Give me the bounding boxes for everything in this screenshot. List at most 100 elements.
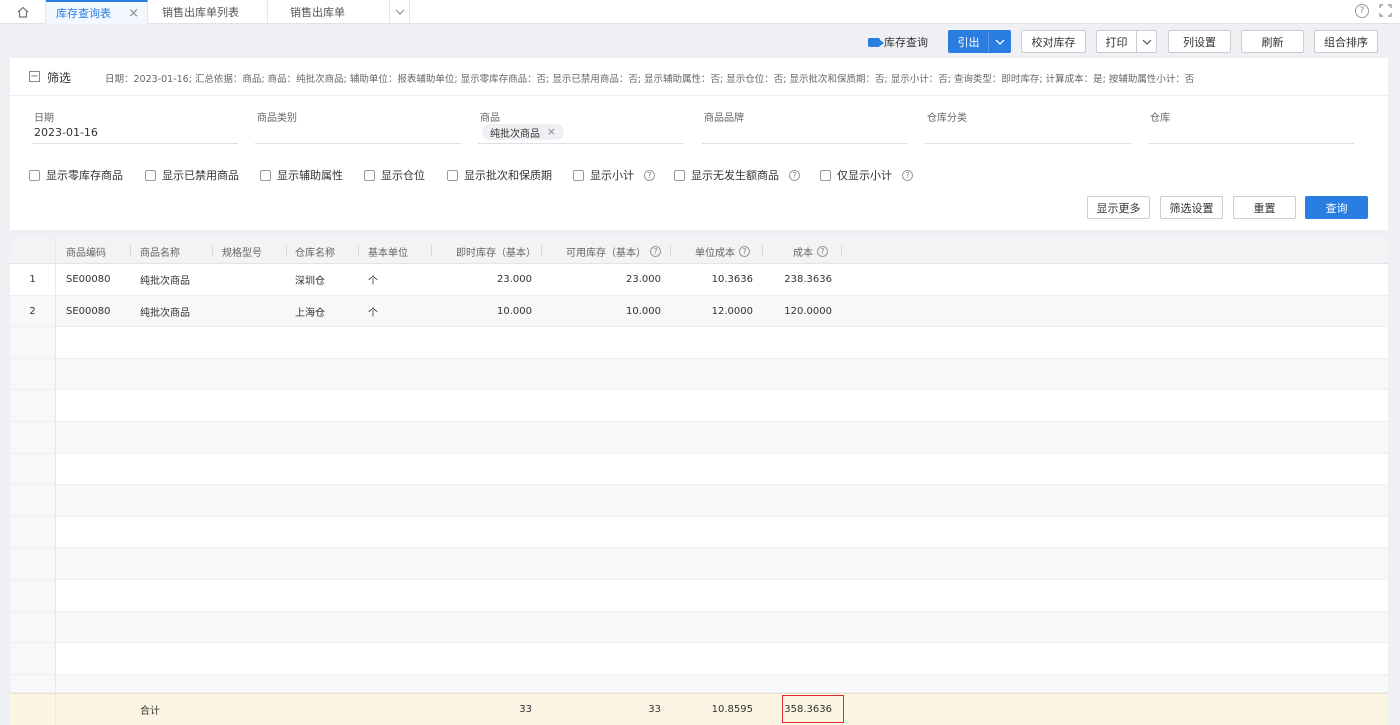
- close-icon[interactable]: ×: [547, 125, 556, 138]
- empty-row: [10, 358, 1388, 391]
- cell-unit-cost: 10.3636: [711, 274, 753, 285]
- filter-panel: − 筛选 日期：2023-01-16; 汇总依据：商品; 商品：纯批次商品; 辅…: [10, 58, 1388, 230]
- brand-field[interactable]: 商品品牌: [702, 108, 908, 144]
- col-spec[interactable]: 规格型号: [222, 238, 262, 264]
- chevron-down-icon[interactable]: [1136, 31, 1156, 52]
- check-subtotal[interactable]: 显示小计?: [573, 167, 655, 183]
- empty-row: [10, 643, 1388, 675]
- checkbox[interactable]: [364, 169, 375, 181]
- help-icon[interactable]: ?: [1355, 4, 1369, 18]
- combo-sort-button[interactable]: 组合排序: [1314, 30, 1378, 53]
- tab-sales-outbound-list[interactable]: 销售出库单列表: [152, 0, 268, 24]
- stock-query-link[interactable]: 库存查询: [868, 34, 928, 50]
- filter-settings-button[interactable]: 筛选设置: [1160, 196, 1223, 219]
- help-icon[interactable]: ?: [739, 245, 750, 257]
- close-icon[interactable]: ×: [128, 6, 139, 21]
- cell-unit: 个: [368, 307, 378, 319]
- cell-warehouse: 上海仓: [295, 307, 325, 319]
- check-label: 显示小计: [590, 169, 634, 182]
- stock-query-label: 库存查询: [884, 36, 928, 49]
- empty-row: [10, 327, 1388, 359]
- checkbox[interactable]: [573, 169, 584, 181]
- warehouse-field[interactable]: 仓库: [1148, 108, 1354, 144]
- inventory-grid: 商品编码 商品名称 规格型号 仓库名称 基本单位 即时库存（基本） 可用库存（基…: [10, 238, 1388, 725]
- cell-code: SE00080: [66, 305, 111, 317]
- checkbox[interactable]: [447, 169, 458, 181]
- help-icon[interactable]: ?: [650, 245, 661, 257]
- total-label: 合计: [140, 706, 160, 717]
- col-instant-stock[interactable]: 即时库存（基本）: [456, 238, 536, 264]
- grid-header: 商品编码 商品名称 规格型号 仓库名称 基本单位 即时库存（基本） 可用库存（基…: [10, 238, 1388, 264]
- tab-sales-outbound[interactable]: 销售出库单: [280, 0, 390, 24]
- help-icon[interactable]: ?: [789, 169, 800, 181]
- check-label: 显示仓位: [381, 169, 425, 182]
- reset-button[interactable]: 重置: [1233, 196, 1296, 219]
- col-code[interactable]: 商品编码: [66, 238, 106, 264]
- date-field[interactable]: 日期 2023-01-16: [32, 108, 238, 144]
- empty-row: [10, 516, 1388, 549]
- home-icon[interactable]: [0, 0, 46, 24]
- reconcile-button[interactable]: 校对库存: [1021, 30, 1086, 53]
- check-label: 显示批次和保质期: [464, 169, 552, 182]
- check-no-activity[interactable]: 显示无发生额商品?: [674, 167, 800, 183]
- fullscreen-icon[interactable]: [1379, 4, 1392, 21]
- filter-title: 筛选: [47, 71, 72, 85]
- total-available: 33: [648, 704, 661, 715]
- empty-row: [10, 453, 1388, 486]
- help-icon[interactable]: ?: [644, 169, 655, 181]
- table-row[interactable]: 1 SE00080 纯批次商品 深圳仓 个 23.000 23.000 10.3…: [10, 264, 1388, 296]
- total-row: 合计 33 33 10.8595 358.3636: [10, 693, 1388, 725]
- col-label: 单位成本: [695, 247, 735, 259]
- column-settings-button[interactable]: 列设置: [1168, 30, 1231, 53]
- product-field[interactable]: 商品 纯批次商品 ×: [478, 108, 684, 144]
- cell-instant: 10.000: [497, 305, 532, 317]
- chevron-down-icon[interactable]: [390, 0, 410, 24]
- col-available-stock[interactable]: 可用库存（基本）?: [566, 238, 661, 264]
- total-instant: 33: [519, 704, 532, 715]
- export-label: 引出: [957, 35, 980, 49]
- warehouse-category-field[interactable]: 仓库分类: [925, 108, 1131, 144]
- field-label: 商品类别: [257, 113, 297, 124]
- check-aux-attr[interactable]: 显示辅助属性: [260, 167, 343, 183]
- check-label: 显示辅助属性: [277, 169, 343, 182]
- show-more-button[interactable]: 显示更多: [1087, 196, 1150, 219]
- checkbox[interactable]: [820, 169, 831, 181]
- check-only-subtotal[interactable]: 仅显示小计?: [820, 167, 913, 183]
- category-field[interactable]: 商品类别: [255, 108, 461, 144]
- tab-inventory-query[interactable]: 库存查询表 ×: [46, 0, 148, 24]
- product-chip: 纯批次商品 ×: [482, 124, 564, 140]
- export-button[interactable]: 引出: [948, 30, 1011, 53]
- col-cost[interactable]: 成本?: [793, 238, 828, 264]
- col-name[interactable]: 商品名称: [140, 238, 180, 264]
- checkbox[interactable]: [260, 169, 271, 181]
- print-button[interactable]: 打印: [1096, 30, 1157, 53]
- query-button[interactable]: 查询: [1305, 196, 1368, 219]
- check-zero-stock[interactable]: 显示零库存商品: [29, 167, 123, 183]
- checkbox[interactable]: [145, 169, 156, 181]
- check-batch-shelf[interactable]: 显示批次和保质期: [447, 167, 552, 183]
- field-value: 2023-01-16: [34, 126, 98, 139]
- chevron-down-icon[interactable]: [988, 31, 1010, 52]
- check-disabled[interactable]: 显示已禁用商品: [145, 167, 239, 183]
- col-unit[interactable]: 基本单位: [368, 238, 408, 264]
- help-icon[interactable]: ?: [902, 169, 913, 181]
- empty-row: [10, 580, 1388, 612]
- collapse-icon[interactable]: −: [29, 71, 40, 82]
- row-number-header: [10, 238, 56, 264]
- help-icon[interactable]: ?: [817, 245, 828, 257]
- row-number: 1: [10, 264, 56, 295]
- check-location[interactable]: 显示仓位: [364, 167, 425, 183]
- tab-label: 销售出库单: [290, 6, 345, 19]
- table-row[interactable]: 2 SE00080 纯批次商品 上海仓 个 10.000 10.000 12.0…: [10, 295, 1388, 328]
- refresh-button[interactable]: 刷新: [1241, 30, 1304, 53]
- col-warehouse[interactable]: 仓库名称: [295, 238, 335, 264]
- checkbox[interactable]: [29, 169, 40, 181]
- col-unit-cost[interactable]: 单位成本?: [695, 238, 750, 264]
- cell-available: 10.000: [626, 305, 661, 317]
- filter-header: − 筛选 日期：2023-01-16; 汇总依据：商品; 商品：纯批次商品; 辅…: [10, 58, 1388, 96]
- checkbox[interactable]: [674, 169, 685, 181]
- highlight-box: [782, 695, 844, 723]
- check-label: 显示已禁用商品: [162, 169, 239, 182]
- col-label: 成本: [793, 247, 813, 259]
- empty-row: [10, 422, 1388, 454]
